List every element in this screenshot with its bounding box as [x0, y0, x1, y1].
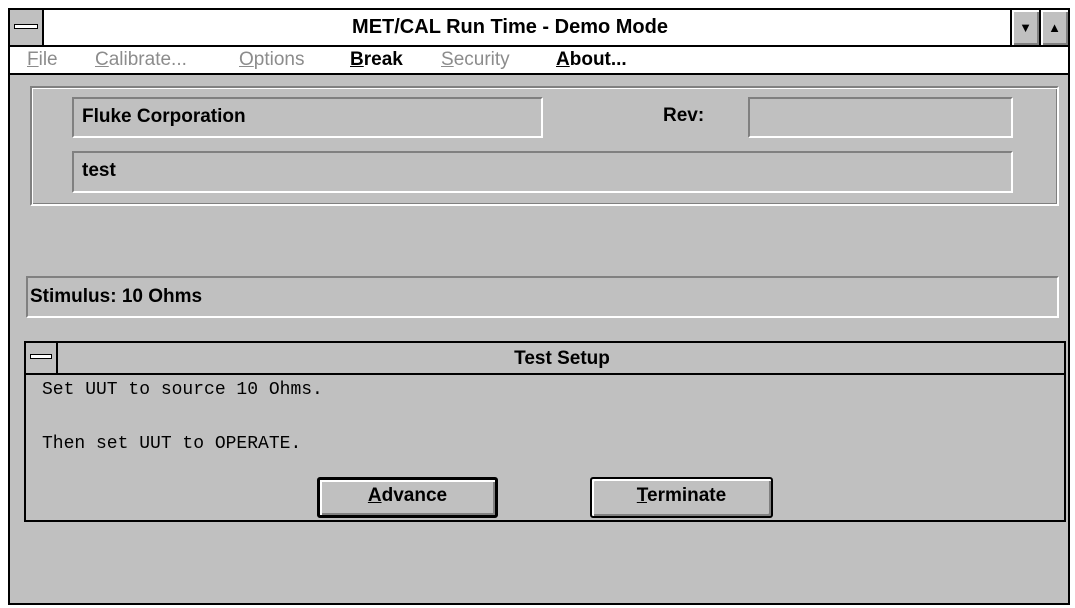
procedure-name-field: test	[72, 151, 1013, 193]
instruction-line-2: Then set UUT to OPERATE.	[42, 434, 302, 454]
menu-break[interactable]: Break	[350, 47, 403, 73]
stimulus-field: Stimulus: 10 Ohms	[26, 276, 1059, 318]
menu-about[interactable]: About...	[556, 47, 627, 73]
menu-file[interactable]: File	[27, 47, 58, 73]
system-menu-button[interactable]	[10, 10, 44, 45]
company-field: Fluke Corporation	[72, 97, 543, 138]
menu-bar: File Calibrate... Options Break Security…	[10, 47, 1068, 75]
test-setup-system-menu-button[interactable]	[26, 343, 58, 373]
menu-security[interactable]: Security	[441, 47, 510, 73]
test-setup-title: Test Setup	[514, 348, 610, 369]
rev-label: Rev:	[663, 105, 705, 126]
minimize-icon: ▼	[1019, 20, 1032, 35]
system-menu-icon	[14, 24, 38, 29]
menu-options[interactable]: Options	[239, 47, 304, 73]
instruction-line-1: Set UUT to source 10 Ohms.	[42, 380, 323, 400]
system-menu-icon	[30, 354, 52, 359]
maximize-button[interactable]: ▲	[1039, 10, 1068, 45]
menu-calibrate[interactable]: Calibrate...	[95, 47, 187, 73]
window-title: MET/CAL Run Time - Demo Mode	[352, 16, 668, 38]
minimize-button[interactable]: ▼	[1010, 10, 1039, 45]
terminate-button[interactable]: Terminate	[590, 477, 773, 518]
maximize-icon: ▲	[1048, 20, 1061, 35]
advance-button[interactable]: Advance	[317, 477, 498, 518]
rev-field	[748, 97, 1013, 138]
